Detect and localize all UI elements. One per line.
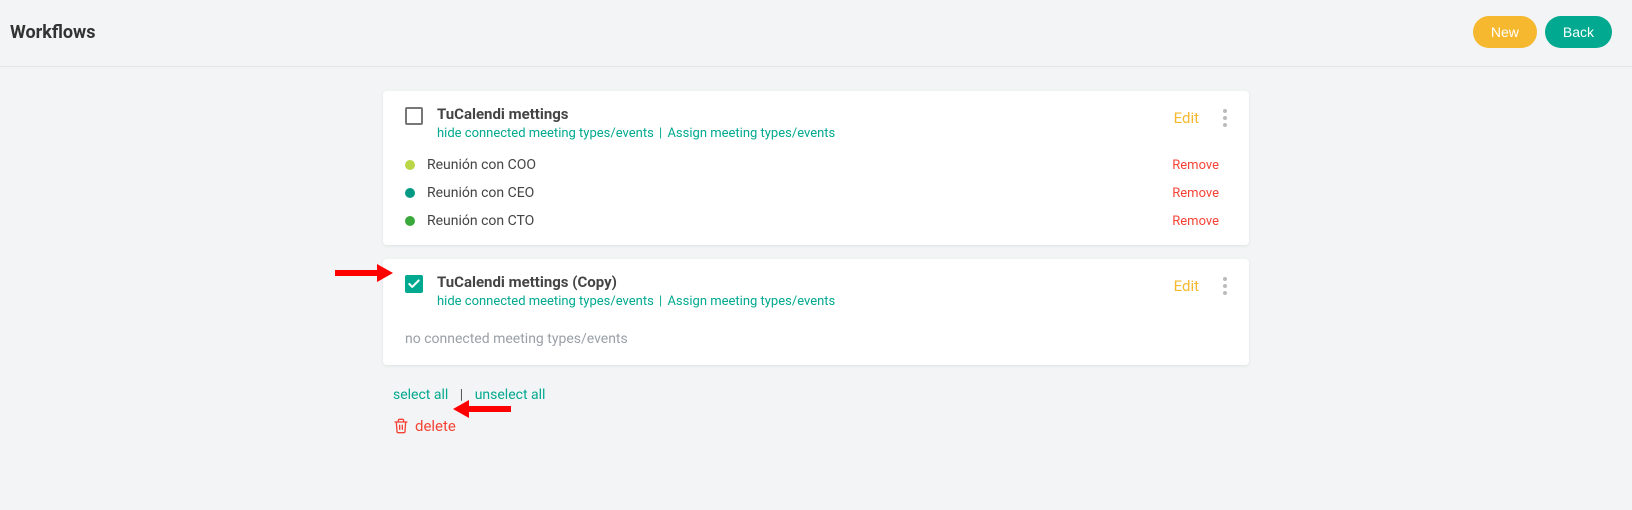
header-buttons: New Back	[1473, 16, 1612, 48]
remove-link[interactable]: Remove	[1172, 214, 1219, 229]
bulk-delete-link[interactable]: delete	[393, 417, 456, 435]
event-name: Reunión con COO	[427, 157, 1172, 173]
card-actions: Edit	[1174, 105, 1231, 131]
more-menu-icon[interactable]	[1219, 105, 1231, 131]
card-links: hide connected meeting types/events | As…	[437, 126, 1174, 141]
card-header: TuCalendi mettings (Copy) hide connected…	[383, 259, 1249, 319]
workflow-title: TuCalendi mettings	[437, 105, 1174, 123]
event-name: Reunión con CTO	[427, 213, 1172, 229]
edit-link[interactable]: Edit	[1174, 277, 1199, 295]
card-title-block: TuCalendi mettings (Copy) hide connected…	[437, 273, 1174, 309]
checkbox-checked-icon	[405, 275, 423, 293]
link-separator: |	[659, 294, 662, 309]
remove-link[interactable]: Remove	[1172, 186, 1219, 201]
card-actions: Edit	[1174, 273, 1231, 299]
event-row: Reunión con CTO Remove	[383, 207, 1249, 235]
assign-meeting-link[interactable]: Assign meeting types/events	[667, 294, 835, 309]
delete-label: delete	[415, 417, 456, 435]
card-title-block: TuCalendi mettings hide connected meetin…	[437, 105, 1174, 141]
select-all-link[interactable]: select all	[393, 387, 448, 403]
card-header: TuCalendi mettings hide connected meetin…	[383, 91, 1249, 151]
workflow-list: TuCalendi mettings hide connected meetin…	[383, 91, 1249, 446]
unselect-all-link[interactable]: unselect all	[475, 387, 546, 403]
event-row: Reunión con CEO Remove	[383, 179, 1249, 207]
checkbox-unchecked-icon	[405, 107, 423, 125]
no-events-text: no connected meeting types/events	[383, 319, 1249, 355]
checkbox[interactable]	[405, 275, 423, 293]
checkbox[interactable]	[405, 107, 423, 125]
edit-link[interactable]: Edit	[1174, 109, 1199, 127]
hide-connected-link[interactable]: hide connected meeting types/events	[437, 126, 654, 141]
bulk-select-row: select all | unselect all	[393, 387, 1239, 403]
back-button[interactable]: Back	[1545, 16, 1612, 48]
event-dot-icon	[405, 216, 415, 226]
page-header: Workflows New Back	[0, 0, 1632, 67]
event-name: Reunión con CEO	[427, 185, 1172, 201]
event-row: Reunión con COO Remove	[383, 151, 1249, 179]
hide-connected-link[interactable]: hide connected meeting types/events	[437, 294, 654, 309]
workflow-title: TuCalendi mettings (Copy)	[437, 273, 1174, 291]
more-menu-icon[interactable]	[1219, 273, 1231, 299]
bulk-separator: |	[460, 387, 463, 403]
workflow-card: TuCalendi mettings hide connected meetin…	[383, 91, 1249, 245]
event-dot-icon	[405, 188, 415, 198]
card-links: hide connected meeting types/events | As…	[437, 294, 1174, 309]
page-title: Workflows	[10, 22, 96, 43]
event-dot-icon	[405, 160, 415, 170]
link-separator: |	[659, 126, 662, 141]
new-button[interactable]: New	[1473, 16, 1537, 48]
trash-icon	[393, 418, 409, 434]
workflow-card: TuCalendi mettings (Copy) hide connected…	[383, 259, 1249, 365]
remove-link[interactable]: Remove	[1172, 158, 1219, 173]
bulk-actions: select all | unselect all delete	[383, 379, 1249, 446]
assign-meeting-link[interactable]: Assign meeting types/events	[667, 126, 835, 141]
